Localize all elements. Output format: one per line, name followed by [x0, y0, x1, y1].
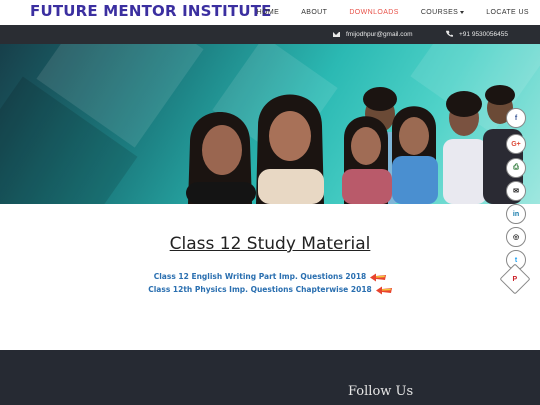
instagram-glyph: ◎ [512, 234, 520, 241]
print-glyph: ⎙ [513, 164, 519, 171]
contact-bar: fmijodhpur@gmail.com +91 9530056455 [0, 25, 540, 44]
google-plus-glyph: G+ [511, 140, 521, 148]
pinterest-glyph: P [512, 275, 518, 283]
footer: Follow Us [0, 350, 540, 405]
google-plus-icon[interactable]: G+ [506, 134, 526, 154]
list-item: Class 12 English Writing Part Imp. Quest… [0, 270, 540, 282]
email-glyph: ✉ [513, 188, 519, 195]
nav-label: ABOUT [301, 9, 328, 16]
list-item: Class 12th Physics Imp. Questions Chapte… [0, 283, 540, 295]
nav-item-locate-us[interactable]: LOCATE US [475, 9, 540, 16]
contact-email[interactable]: fmijodhpur@gmail.com [333, 25, 413, 44]
email-text: fmijodhpur@gmail.com [346, 31, 413, 38]
envelope-icon [333, 32, 340, 37]
nav-label: HOME [256, 9, 280, 16]
page-title: Class 12 Study Material [169, 234, 371, 254]
twitter-glyph: t [514, 256, 518, 264]
brand-logo-text[interactable]: FUTURE MENTOR INSTITUTE [30, 2, 272, 20]
nav-item-downloads[interactable]: DOWNLOADS [338, 9, 410, 16]
nav-item-courses[interactable]: COURSES [410, 9, 475, 16]
contact-phone[interactable]: +91 9530056455 [446, 25, 508, 44]
material-links: Class 12 English Writing Part Imp. Quest… [0, 270, 540, 296]
facebook-glyph: f [514, 114, 518, 122]
download-link-english[interactable]: Class 12 English Writing Part Imp. Quest… [154, 272, 367, 281]
nav-label: DOWNLOADS [349, 9, 399, 16]
nav-item-about[interactable]: ABOUT [290, 9, 338, 16]
linkedin-icon[interactable]: in [506, 204, 526, 224]
chevron-down-icon [460, 11, 465, 14]
facebook-icon[interactable]: f [506, 108, 526, 128]
students-group-image [186, 85, 523, 204]
follow-us-heading: Follow Us [348, 384, 414, 399]
hero-banner [0, 44, 540, 204]
arrow-left-icon [375, 280, 392, 299]
navbar: FUTURE MENTOR INSTITUTE HOME ABOUT DOWNL… [0, 0, 540, 25]
instagram-icon[interactable]: ◎ [506, 227, 526, 247]
linkedin-glyph: in [512, 210, 520, 218]
phone-icon [446, 30, 453, 39]
phone-text: +91 9530056455 [459, 31, 508, 38]
nav-label: COURSES [420, 9, 459, 16]
download-link-physics[interactable]: Class 12th Physics Imp. Questions Chapte… [148, 285, 372, 294]
print-icon[interactable]: ⎙ [506, 158, 526, 178]
email-icon[interactable]: ✉ [506, 181, 526, 201]
main-content: Class 12 Study Material Class 12 English… [0, 204, 540, 350]
main-nav: HOME ABOUT DOWNLOADS COURSES LOCATE US [246, 0, 540, 25]
nav-item-home[interactable]: HOME [246, 9, 291, 16]
nav-label: LOCATE US [486, 9, 529, 16]
